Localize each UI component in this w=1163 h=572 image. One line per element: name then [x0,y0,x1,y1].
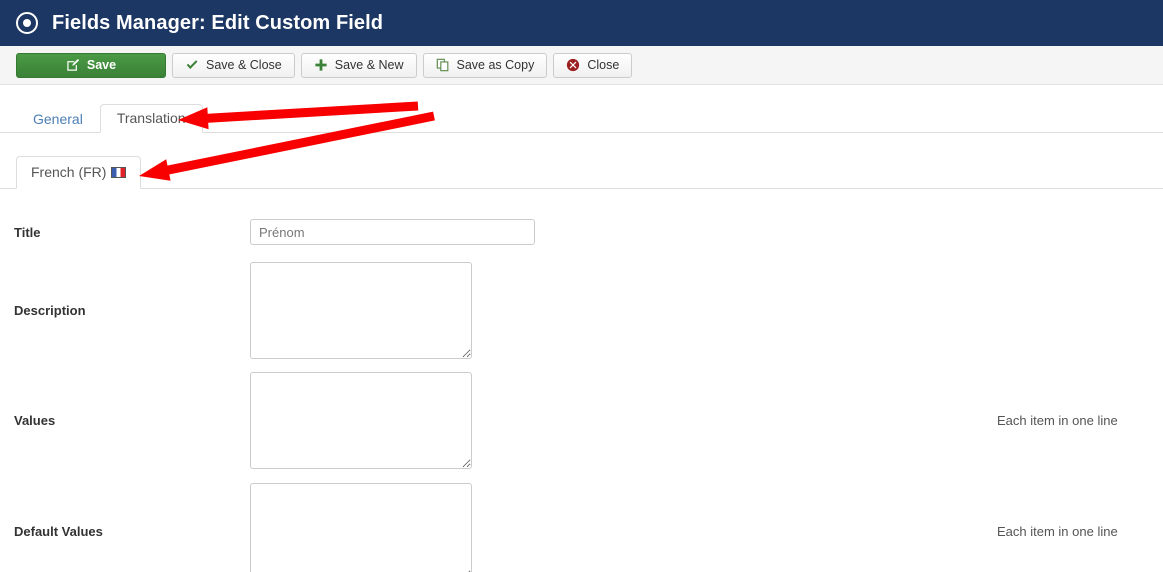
close-circle-x-icon [566,58,580,72]
label-title: Title [14,224,41,240]
close-button-label: Close [587,58,620,72]
control-values [250,372,472,469]
translation-form: Title Description Values Each item in on… [0,189,1163,572]
tab-translation[interactable]: Translation [99,104,203,133]
target-circle-icon [16,12,38,34]
values-textarea[interactable] [250,372,472,469]
save-as-copy-button[interactable]: Save as Copy [422,52,548,78]
tab-french-fr-label: French (FR) [31,164,107,180]
check-mark-icon [185,58,199,72]
form-row-description: Description [0,255,1163,365]
page-title: Fields Manager: Edit Custom Field [52,11,384,34]
tabs-region: General Translation French (FR) [0,85,1163,189]
main-tab-bar: General Translation [0,102,1163,133]
label-default-values: Default Values [14,524,103,539]
save-button[interactable]: Save [16,52,166,78]
save-as-copy-label: Save as Copy [456,58,535,72]
save-and-new-button[interactable]: Save & New [300,52,417,78]
form-row-default-values: Default Values Each item in one line [0,476,1163,572]
page-root: Fields Manager: Edit Custom Field Save S… [0,0,1163,572]
page-header: Fields Manager: Edit Custom Field [0,0,1163,46]
label-values: Values [14,413,56,428]
control-title [250,219,535,245]
label-description: Description [14,302,86,318]
tab-french-fr[interactable]: French (FR) [16,156,142,189]
tab-general[interactable]: General [16,105,100,133]
fr-flag-icon [111,166,127,178]
toolbar: Save Save & Close Save & New Save as Cop… [0,46,1163,85]
control-default-values [250,483,472,572]
description-textarea[interactable] [250,261,472,359]
default-values-hint: Each item in one line [997,524,1118,539]
default-values-textarea[interactable] [250,483,472,572]
save-and-close-label: Save & Close [206,58,282,72]
form-row-values: Values Each item in one line [0,365,1163,476]
save-button-label: Save [86,58,117,72]
save-and-close-button[interactable]: Save & Close [172,52,295,78]
edit-pencil-square-icon [66,58,80,72]
values-hint: Each item in one line [997,413,1118,428]
title-input[interactable] [250,219,535,245]
save-and-new-label: Save & New [334,58,404,72]
form-row-title: Title [0,209,1163,255]
control-description [250,261,472,359]
close-button[interactable]: Close [553,52,633,78]
plus-icon [314,58,328,72]
language-tab-bar: French (FR) [0,153,1163,189]
copy-pages-icon [436,58,450,72]
